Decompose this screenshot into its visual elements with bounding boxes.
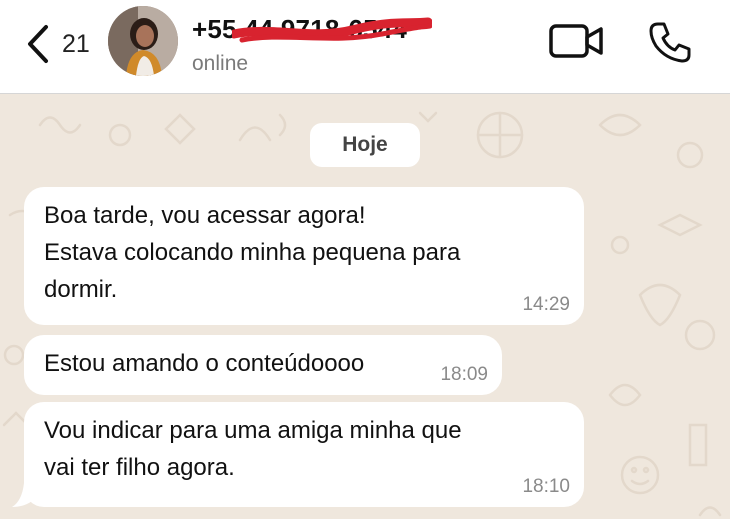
date-separator: Hoje: [310, 123, 420, 167]
message-text: Estou amando o conteúdoooo: [44, 350, 365, 377]
chat-area[interactable]: Hoje Boa tarde, vou acessar agora! Estav…: [0, 95, 730, 519]
message-time: 18:09: [440, 364, 488, 385]
video-camera-icon[interactable]: [548, 20, 604, 62]
message-bubble[interactable]: Boa tarde, vou acessar agora! Estava col…: [24, 187, 584, 325]
back-button[interactable]: 21: [22, 20, 102, 68]
contact-status: online: [192, 52, 249, 75]
unread-count: 21: [62, 29, 90, 58]
chevron-left-icon: [28, 25, 48, 63]
avatar[interactable]: [108, 6, 178, 76]
chat-header: 21 +55 44 9718-6544 online: [0, 0, 730, 94]
message-time: 18:10: [522, 476, 570, 497]
message-time: 14:29: [522, 294, 570, 315]
phone-icon[interactable]: [648, 20, 692, 64]
message-text: Vou indicar para uma amiga minha que vai…: [44, 417, 462, 481]
message-bubble[interactable]: Vou indicar para uma amiga minha que vai…: [24, 402, 584, 507]
message-bubble[interactable]: Estou amando o conteúdoooo 18:09: [24, 335, 502, 395]
redaction-scribble: [232, 17, 432, 43]
message-text: Boa tarde, vou acessar agora! Estava col…: [44, 202, 461, 303]
